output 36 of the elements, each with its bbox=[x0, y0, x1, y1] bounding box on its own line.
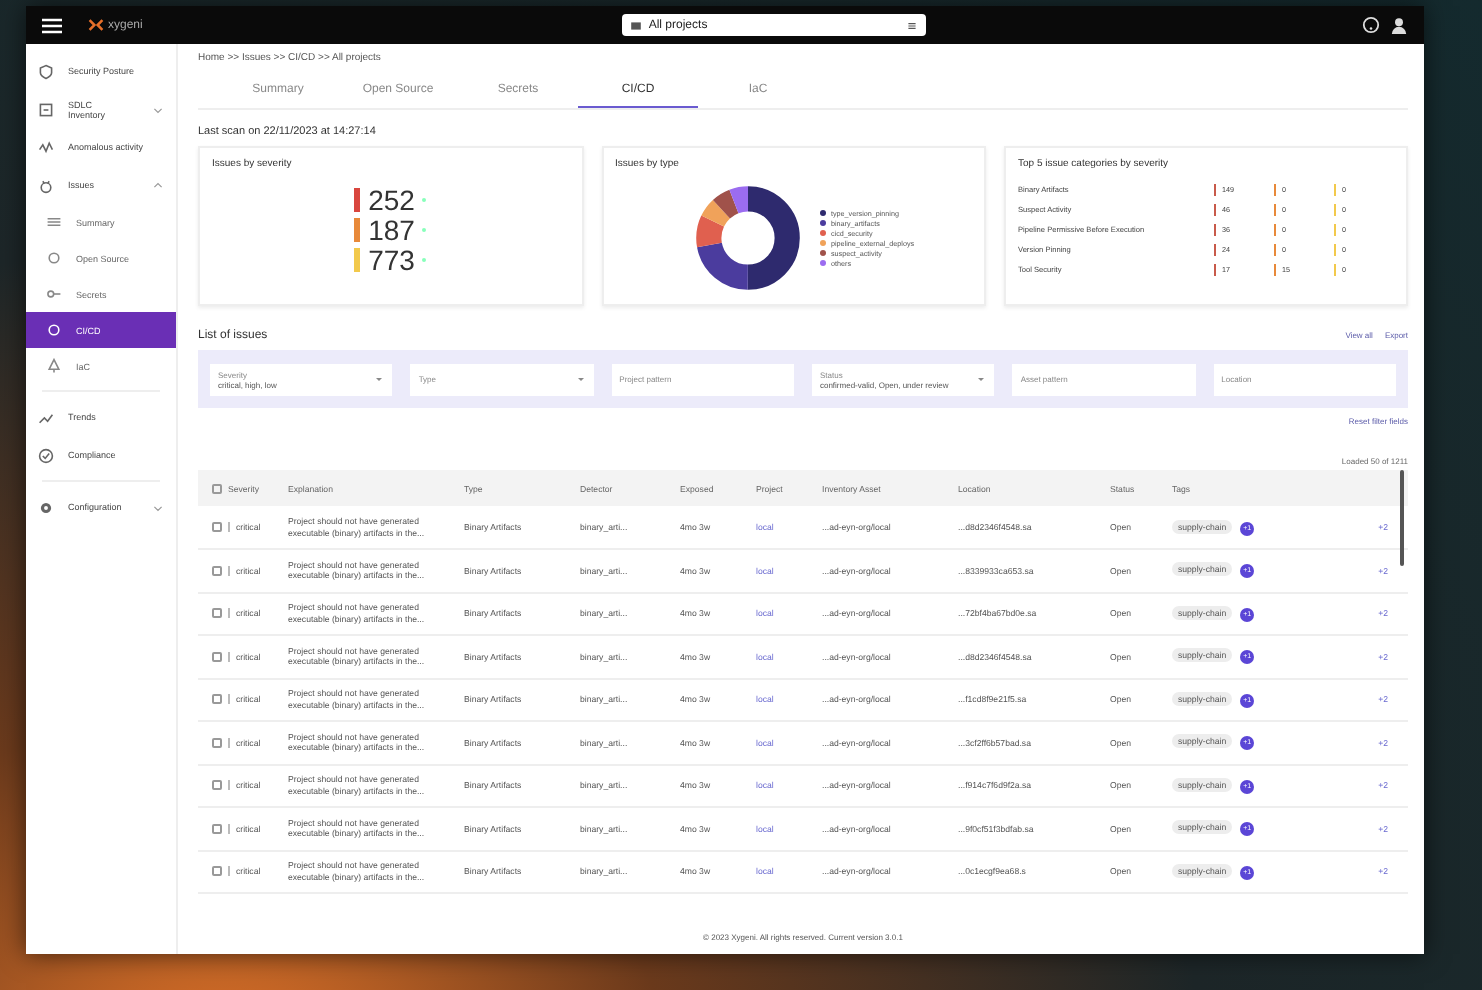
folder-icon bbox=[630, 19, 643, 31]
caret-icon bbox=[374, 374, 385, 384]
checkbox[interactable] bbox=[212, 483, 222, 493]
checkbox[interactable] bbox=[212, 780, 222, 791]
list-icon bbox=[906, 19, 919, 31]
severity-count: 187 bbox=[368, 216, 415, 244]
severity-count: 252 bbox=[368, 186, 415, 214]
donut-chart bbox=[691, 182, 803, 294]
check-circle-icon bbox=[38, 447, 54, 463]
box-icon bbox=[38, 101, 54, 117]
checkbox[interactable] bbox=[212, 823, 222, 834]
checkbox[interactable] bbox=[212, 608, 222, 619]
circle-icon bbox=[46, 250, 62, 266]
checkbox[interactable] bbox=[212, 565, 222, 576]
pulse-icon bbox=[38, 139, 54, 155]
user-icon[interactable] bbox=[1390, 16, 1408, 34]
circle-icon bbox=[46, 322, 62, 338]
menu-icon[interactable] bbox=[42, 17, 62, 33]
checkbox[interactable] bbox=[212, 737, 222, 748]
checkbox[interactable] bbox=[212, 866, 222, 877]
trend-icon bbox=[38, 409, 54, 425]
key-icon bbox=[46, 286, 62, 302]
list-icon bbox=[46, 214, 62, 230]
bug-icon bbox=[38, 177, 54, 193]
help-icon[interactable] bbox=[1362, 16, 1380, 34]
scrollbar[interactable] bbox=[1400, 470, 1404, 566]
checkbox[interactable] bbox=[212, 651, 222, 662]
tree-icon bbox=[46, 358, 62, 374]
severity-count: 773 bbox=[368, 246, 415, 274]
settings-icon bbox=[38, 499, 54, 515]
caret-icon bbox=[976, 374, 987, 384]
shield-icon bbox=[38, 63, 54, 79]
checkbox[interactable] bbox=[212, 522, 222, 532]
caret-icon bbox=[575, 374, 586, 384]
logo-icon bbox=[88, 18, 104, 32]
checkbox[interactable] bbox=[212, 694, 222, 705]
